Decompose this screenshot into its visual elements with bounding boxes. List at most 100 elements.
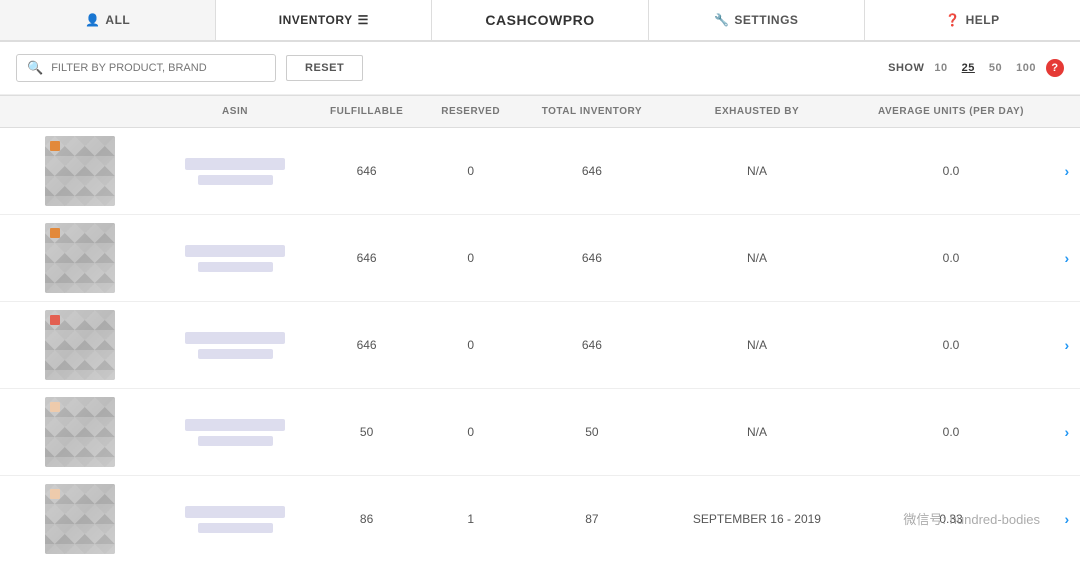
product-image-cell [0, 389, 160, 476]
asin-placeholder-bar-small [198, 436, 273, 446]
search-icon: 🔍 [27, 60, 43, 76]
asin-placeholder-bar-small [198, 175, 273, 185]
chevron-right-icon[interactable]: › [1065, 424, 1070, 440]
inventory-table: ASIN FULFILLABLE RESERVED TOTAL INVENTOR… [0, 95, 1080, 561]
product-accent [50, 489, 60, 499]
row-expand-cell[interactable]: › [1054, 128, 1080, 215]
product-image-cell [0, 302, 160, 389]
reserved-cell: 0 [423, 302, 518, 389]
inventory-table-container: ASIN FULFILLABLE RESERVED TOTAL INVENTOR… [0, 95, 1080, 561]
asin-cell [160, 128, 310, 215]
filter-bar: 🔍 RESET SHOW 10 25 50 100 ? [0, 42, 1080, 95]
asin-cell [160, 302, 310, 389]
asin-placeholder-bar [185, 245, 285, 257]
nav-help[interactable]: ❓ HELP [865, 0, 1080, 40]
brand-label: CASHCOWPRO [485, 12, 594, 28]
table-row: 86187SEPTEMBER 16 - 20190.33› [0, 476, 1080, 561]
product-accent [50, 402, 60, 412]
chevron-right-icon[interactable]: › [1065, 163, 1070, 179]
product-accent [50, 141, 60, 151]
col-reserved: RESERVED [423, 96, 518, 128]
col-exhausted-by: EXHAUSTED BY [666, 96, 849, 128]
reserved-cell: 0 [423, 128, 518, 215]
total-inventory-cell: 50 [518, 389, 665, 476]
product-image-cell [0, 476, 160, 561]
col-image [0, 96, 160, 128]
row-expand-cell[interactable]: › [1054, 215, 1080, 302]
fulfillable-cell: 50 [310, 389, 423, 476]
show-100[interactable]: 100 [1012, 60, 1040, 76]
col-total-inventory: TOTAL INVENTORY [518, 96, 665, 128]
asin-placeholder-bar [185, 506, 285, 518]
col-fulfillable: FULFILLABLE [310, 96, 423, 128]
table-row: 50050N/A0.0› [0, 389, 1080, 476]
show-25[interactable]: 25 [958, 60, 979, 76]
person-icon: 👤 [85, 13, 100, 27]
inventory-label: INVENTORY [279, 13, 353, 27]
avg-units-cell: 0.0 [848, 215, 1053, 302]
col-action [1054, 96, 1080, 128]
fulfillable-cell: 646 [310, 302, 423, 389]
avg-units-cell: 0.0 [848, 389, 1053, 476]
fulfillable-cell: 646 [310, 215, 423, 302]
nav-settings[interactable]: 🔧 SETTINGS [649, 0, 865, 40]
table-header-row: ASIN FULFILLABLE RESERVED TOTAL INVENTOR… [0, 96, 1080, 128]
asin-cell [160, 215, 310, 302]
fulfillable-cell: 646 [310, 128, 423, 215]
nav-inventory[interactable]: INVENTORY ☰ [216, 0, 432, 40]
total-inventory-cell: 646 [518, 215, 665, 302]
product-accent [50, 315, 60, 325]
product-image [45, 310, 115, 380]
help-label: HELP [966, 13, 1000, 27]
table-row: 6460646N/A0.0› [0, 215, 1080, 302]
wrench-icon: 🔧 [714, 13, 729, 27]
reserved-cell: 0 [423, 215, 518, 302]
product-image-cell [0, 128, 160, 215]
table-row: 6460646N/A0.0› [0, 302, 1080, 389]
exhausted-by-cell: SEPTEMBER 16 - 2019 [666, 476, 849, 561]
chevron-right-icon[interactable]: › [1065, 511, 1070, 527]
total-inventory-cell: 646 [518, 302, 665, 389]
avg-units-cell: 0.0 [848, 128, 1053, 215]
product-image [45, 484, 115, 554]
search-box[interactable]: 🔍 [16, 54, 276, 82]
exhausted-by-cell: N/A [666, 128, 849, 215]
fulfillable-cell: 86 [310, 476, 423, 561]
nav-all[interactable]: 👤 ALL [0, 0, 216, 40]
product-image-cell [0, 215, 160, 302]
chevron-right-icon[interactable]: › [1065, 337, 1070, 353]
asin-placeholder-bar [185, 332, 285, 344]
search-input[interactable] [51, 62, 265, 74]
product-image [45, 397, 115, 467]
row-expand-cell[interactable]: › [1054, 389, 1080, 476]
reserved-cell: 1 [423, 476, 518, 561]
asin-cell [160, 476, 310, 561]
show-50[interactable]: 50 [985, 60, 1006, 76]
col-asin: ASIN [160, 96, 310, 128]
settings-label: SETTINGS [734, 13, 798, 27]
col-avg-units: AVERAGE UNITS (PER DAY) [848, 96, 1053, 128]
reserved-cell: 0 [423, 389, 518, 476]
reset-button[interactable]: RESET [286, 55, 363, 81]
exhausted-by-cell: N/A [666, 389, 849, 476]
nav-brand[interactable]: CASHCOWPRO [432, 0, 648, 40]
help-circle-button[interactable]: ? [1046, 59, 1064, 77]
show-10[interactable]: 10 [930, 60, 951, 76]
top-nav: 👤 ALL INVENTORY ☰ CASHCOWPRO 🔧 SETTINGS … [0, 0, 1080, 42]
question-icon: ❓ [945, 13, 960, 27]
asin-placeholder-bar-small [198, 523, 273, 533]
asin-placeholder-bar-small [198, 262, 273, 272]
table-body: 6460646N/A0.0›6460646N/A0.0›6460646N/A0.… [0, 128, 1080, 561]
product-image [45, 136, 115, 206]
table-row: 6460646N/A0.0› [0, 128, 1080, 215]
list-icon: ☰ [358, 13, 369, 27]
exhausted-by-cell: N/A [666, 302, 849, 389]
row-expand-cell[interactable]: › [1054, 302, 1080, 389]
row-expand-cell[interactable]: › [1054, 476, 1080, 561]
chevron-right-icon[interactable]: › [1065, 250, 1070, 266]
nav-all-label: ALL [105, 13, 130, 27]
avg-units-cell: 0.33 [848, 476, 1053, 561]
avg-units-cell: 0.0 [848, 302, 1053, 389]
product-image [45, 223, 115, 293]
show-controls: SHOW 10 25 50 100 ? [888, 59, 1064, 77]
